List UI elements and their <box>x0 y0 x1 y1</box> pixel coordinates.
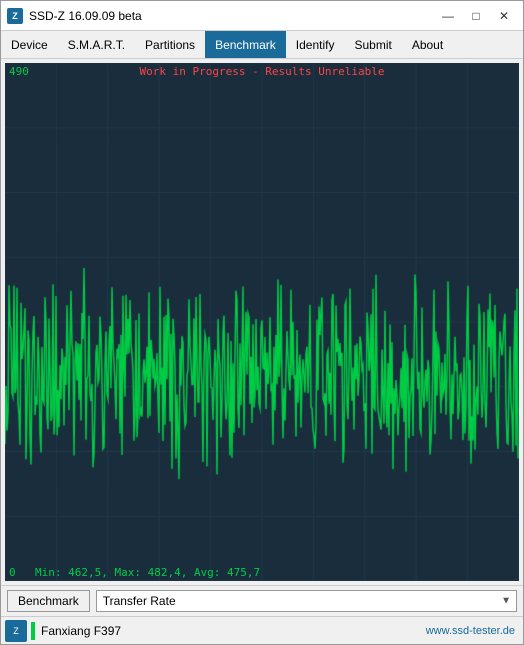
benchmark-canvas <box>5 63 519 581</box>
title-bar: Z SSD-Z 16.09.09 beta — □ ✕ <box>1 1 523 31</box>
dropdown-container: Transfer Rate Access Time IOPS ▼ <box>96 590 517 612</box>
chart-stats: Min: 462,5, Max: 482,4, Avg: 475,7 <box>35 566 260 579</box>
chart-y-min: 0 <box>9 566 16 579</box>
title-bar-left: Z SSD-Z 16.09.09 beta <box>7 8 142 24</box>
chart-y-max: 490 <box>9 65 29 78</box>
drive-name: Fanxiang F397 <box>41 624 426 638</box>
menu-item-device[interactable]: Device <box>1 31 58 58</box>
website-link: www.ssd-tester.de <box>426 625 515 637</box>
minimize-button[interactable]: — <box>435 6 461 26</box>
benchmark-button[interactable]: Benchmark <box>7 590 90 612</box>
menu-bar: Device S.M.A.R.T. Partitions Benchmark I… <box>1 31 523 59</box>
controls-bar: Benchmark Transfer Rate Access Time IOPS… <box>1 585 523 616</box>
menu-item-partitions[interactable]: Partitions <box>135 31 205 58</box>
chart-title: Work in Progress - Results Unreliable <box>139 65 384 78</box>
maximize-button[interactable]: □ <box>463 6 489 26</box>
chart-area: 490 Work in Progress - Results Unreliabl… <box>5 63 519 581</box>
menu-item-smart[interactable]: S.M.A.R.T. <box>58 31 135 58</box>
menu-item-identify[interactable]: Identify <box>286 31 345 58</box>
status-bar: Z Fanxiang F397 www.ssd-tester.de <box>1 616 523 644</box>
metric-dropdown[interactable]: Transfer Rate Access Time IOPS <box>96 590 517 612</box>
main-window: Z SSD-Z 16.09.09 beta — □ ✕ Device S.M.A… <box>0 0 524 645</box>
app-icon: Z <box>7 8 23 24</box>
title-controls: — □ ✕ <box>435 6 517 26</box>
close-button[interactable]: ✕ <box>491 6 517 26</box>
menu-item-benchmark[interactable]: Benchmark <box>205 31 286 58</box>
status-app-icon: Z <box>5 620 27 642</box>
menu-item-submit[interactable]: Submit <box>344 31 401 58</box>
window-title: SSD-Z 16.09.09 beta <box>29 9 142 23</box>
drive-activity-indicator <box>31 622 35 640</box>
menu-item-about[interactable]: About <box>402 31 453 58</box>
